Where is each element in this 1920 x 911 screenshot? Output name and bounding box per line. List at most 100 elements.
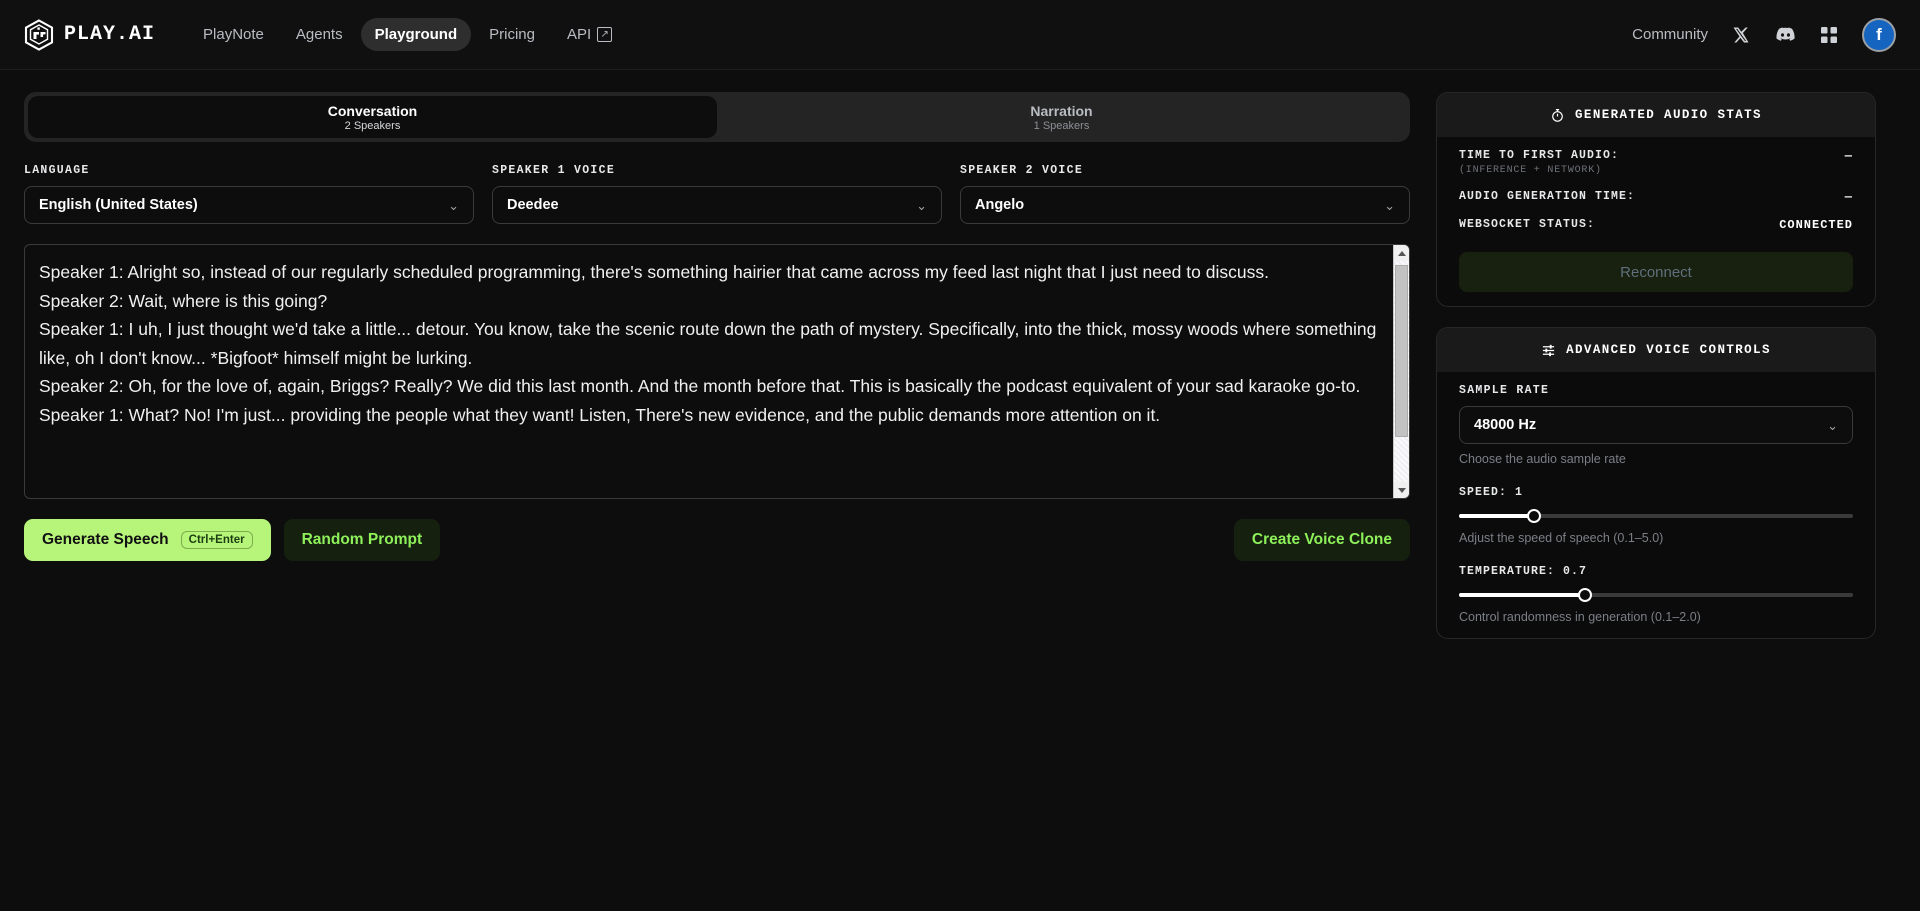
- x-twitter-icon[interactable]: [1730, 24, 1752, 46]
- language-value: English (United States): [39, 197, 198, 213]
- voice-settings-row: LANGUAGE English (United States) ⌄ SPEAK…: [24, 164, 1410, 224]
- audio-stats-title: GENERATED AUDIO STATS: [1575, 108, 1762, 122]
- nav-item-pricing[interactable]: Pricing: [475, 18, 549, 51]
- speed-slider[interactable]: [1459, 509, 1853, 523]
- temperature-control: TEMPERATURE: 0.7 Control randomness in g…: [1459, 565, 1853, 624]
- mode-tab-group: Conversation 2 Speakers Narration 1 Spea…: [24, 92, 1410, 142]
- stat-value: —: [1844, 149, 1853, 163]
- nav-label: Agents: [295, 26, 343, 43]
- stat-audio-generation-time: AUDIO GENERATION TIME: —: [1459, 190, 1853, 204]
- speaker1-voice-label: SPEAKER 1 VOICE: [492, 164, 616, 177]
- temperature-helper: Control randomness in generation (0.1–2.…: [1459, 610, 1701, 624]
- nav-label: Pricing: [489, 26, 535, 43]
- temperature-label: TEMPERATURE: 0.7: [1459, 565, 1588, 578]
- speed-control: SPEED: 1 Adjust the speed of speech (0.1…: [1459, 486, 1853, 545]
- playground-main: Conversation 2 Speakers Narration 1 Spea…: [24, 92, 1410, 889]
- chevron-down-icon: ⌄: [1384, 197, 1395, 213]
- script-text[interactable]: Speaker 1: Alright so, instead of our re…: [25, 245, 1409, 498]
- sample-rate-select[interactable]: 48000 Hz ⌄: [1459, 406, 1853, 444]
- advanced-voice-controls-panel: ADVANCED VOICE CONTROLS SAMPLE RATE 4800…: [1436, 327, 1876, 639]
- speaker2-voice-label: SPEAKER 2 VOICE: [960, 164, 1084, 177]
- brand-text: PLAY.AI: [64, 23, 156, 46]
- sample-rate-label: SAMPLE RATE: [1459, 384, 1550, 397]
- stat-label: WEBSOCKET STATUS:: [1459, 218, 1596, 231]
- slider-fill: [1459, 593, 1586, 597]
- speaker1-voice-select[interactable]: Deedee ⌄: [492, 186, 942, 224]
- generate-shortcut-badge: Ctrl+Enter: [180, 531, 253, 549]
- discord-icon[interactable]: [1774, 24, 1796, 46]
- scrollbar-track[interactable]: [1394, 261, 1409, 482]
- app-header: PLAY.AI PlayNote Agents Playground Prici…: [0, 0, 1920, 70]
- tab-subtitle: 1 Speakers: [1033, 119, 1090, 132]
- speed-helper: Adjust the speed of speech (0.1–5.0): [1459, 531, 1664, 545]
- nav-item-playground[interactable]: Playground: [360, 18, 472, 51]
- brand-logo[interactable]: PLAY.AI: [24, 18, 156, 51]
- script-editor[interactable]: Speaker 1: Alright so, instead of our re…: [24, 244, 1410, 499]
- speaker2-voice-select[interactable]: Angelo ⌄: [960, 186, 1410, 224]
- nav-label: API: [566, 26, 592, 43]
- chevron-up-icon: [1397, 250, 1406, 256]
- stat-label: TIME TO FIRST AUDIO:: [1459, 149, 1620, 162]
- chevron-down-icon: ⌄: [448, 197, 459, 213]
- slider-thumb[interactable]: [1526, 509, 1541, 523]
- temperature-slider[interactable]: [1459, 588, 1853, 602]
- status-badge: CONNECTED: [1779, 218, 1853, 232]
- speaker2-voice-value: Angelo: [975, 197, 1025, 213]
- tab-title: Conversation: [327, 102, 418, 119]
- tab-narration[interactable]: Narration 1 Speakers: [717, 96, 1406, 138]
- page-body: Conversation 2 Speakers Narration 1 Spea…: [0, 70, 1920, 911]
- external-link-icon: ↗: [597, 27, 613, 42]
- tab-title: Narration: [1030, 102, 1093, 119]
- speaker1-voice-field: SPEAKER 1 VOICE Deedee ⌄: [492, 164, 942, 224]
- language-field: LANGUAGE English (United States) ⌄: [24, 164, 474, 224]
- generate-speech-label: Generate Speech: [42, 531, 169, 548]
- stat-value: —: [1844, 190, 1853, 204]
- audio-stats-body: TIME TO FIRST AUDIO: (INFERENCE + NETWOR…: [1437, 137, 1875, 292]
- tab-conversation[interactable]: Conversation 2 Speakers: [28, 96, 717, 138]
- chevron-down-icon: [1397, 487, 1406, 493]
- action-bar: Generate Speech Ctrl+Enter Random Prompt…: [24, 519, 1410, 561]
- avatar[interactable]: f: [1862, 17, 1896, 52]
- scrollbar-thumb[interactable]: [1395, 265, 1408, 437]
- editor-scrollbar[interactable]: [1393, 245, 1409, 498]
- header-actions: Community f: [1632, 17, 1896, 52]
- sample-rate-helper: Choose the audio sample rate: [1459, 452, 1626, 466]
- sidebar: GENERATED AUDIO STATS TIME TO FIRST AUDI…: [1436, 92, 1876, 889]
- sliders-icon: [1543, 344, 1555, 356]
- advanced-controls-body: SAMPLE RATE 48000 Hz ⌄ Choose the audio …: [1437, 372, 1875, 624]
- nav-item-playnote[interactable]: PlayNote: [189, 18, 278, 51]
- play-cube-logo-icon: [24, 18, 54, 51]
- generate-speech-button[interactable]: Generate Speech Ctrl+Enter: [24, 519, 271, 561]
- slider-thumb[interactable]: [1578, 588, 1593, 602]
- speaker2-voice-field: SPEAKER 2 VOICE Angelo ⌄: [960, 164, 1410, 224]
- main-nav: PlayNote Agents Playground Pricing API ↗: [189, 18, 626, 51]
- stopwatch-icon: [1552, 108, 1563, 122]
- generated-audio-stats-panel: GENERATED AUDIO STATS TIME TO FIRST AUDI…: [1436, 92, 1876, 307]
- stat-label: AUDIO GENERATION TIME:: [1459, 190, 1636, 203]
- scroll-down-button[interactable]: [1394, 482, 1409, 498]
- speed-label: SPEED: 1: [1459, 486, 1524, 499]
- advanced-controls-header: ADVANCED VOICE CONTROLS: [1437, 328, 1875, 372]
- reconnect-button[interactable]: Reconnect: [1459, 252, 1853, 292]
- audio-stats-header: GENERATED AUDIO STATS: [1437, 93, 1875, 137]
- random-prompt-button[interactable]: Random Prompt: [283, 519, 441, 561]
- community-link[interactable]: Community: [1632, 26, 1708, 43]
- stat-time-to-first-audio: TIME TO FIRST AUDIO: (INFERENCE + NETWOR…: [1459, 149, 1853, 176]
- stat-websocket-status: WEBSOCKET STATUS: CONNECTED: [1459, 218, 1853, 232]
- scroll-up-button[interactable]: [1394, 245, 1409, 261]
- language-select[interactable]: English (United States) ⌄: [24, 186, 474, 224]
- nav-label: Playground: [374, 26, 458, 43]
- sample-rate-value: 48000 Hz: [1474, 417, 1537, 433]
- advanced-controls-title: ADVANCED VOICE CONTROLS: [1566, 343, 1771, 357]
- chevron-down-icon: ⌄: [916, 197, 927, 213]
- nav-item-agents[interactable]: Agents: [282, 18, 357, 51]
- apps-grid-icon[interactable]: [1818, 24, 1840, 46]
- stat-sublabel: (INFERENCE + NETWORK): [1459, 165, 1602, 176]
- speaker1-voice-value: Deedee: [507, 197, 559, 213]
- language-label: LANGUAGE: [24, 164, 90, 177]
- nav-label: PlayNote: [203, 26, 264, 43]
- tab-subtitle: 2 Speakers: [344, 119, 401, 132]
- chevron-down-icon: ⌄: [1827, 417, 1838, 433]
- nav-item-api[interactable]: API ↗: [553, 18, 626, 51]
- create-voice-clone-button[interactable]: Create Voice Clone: [1233, 519, 1410, 561]
